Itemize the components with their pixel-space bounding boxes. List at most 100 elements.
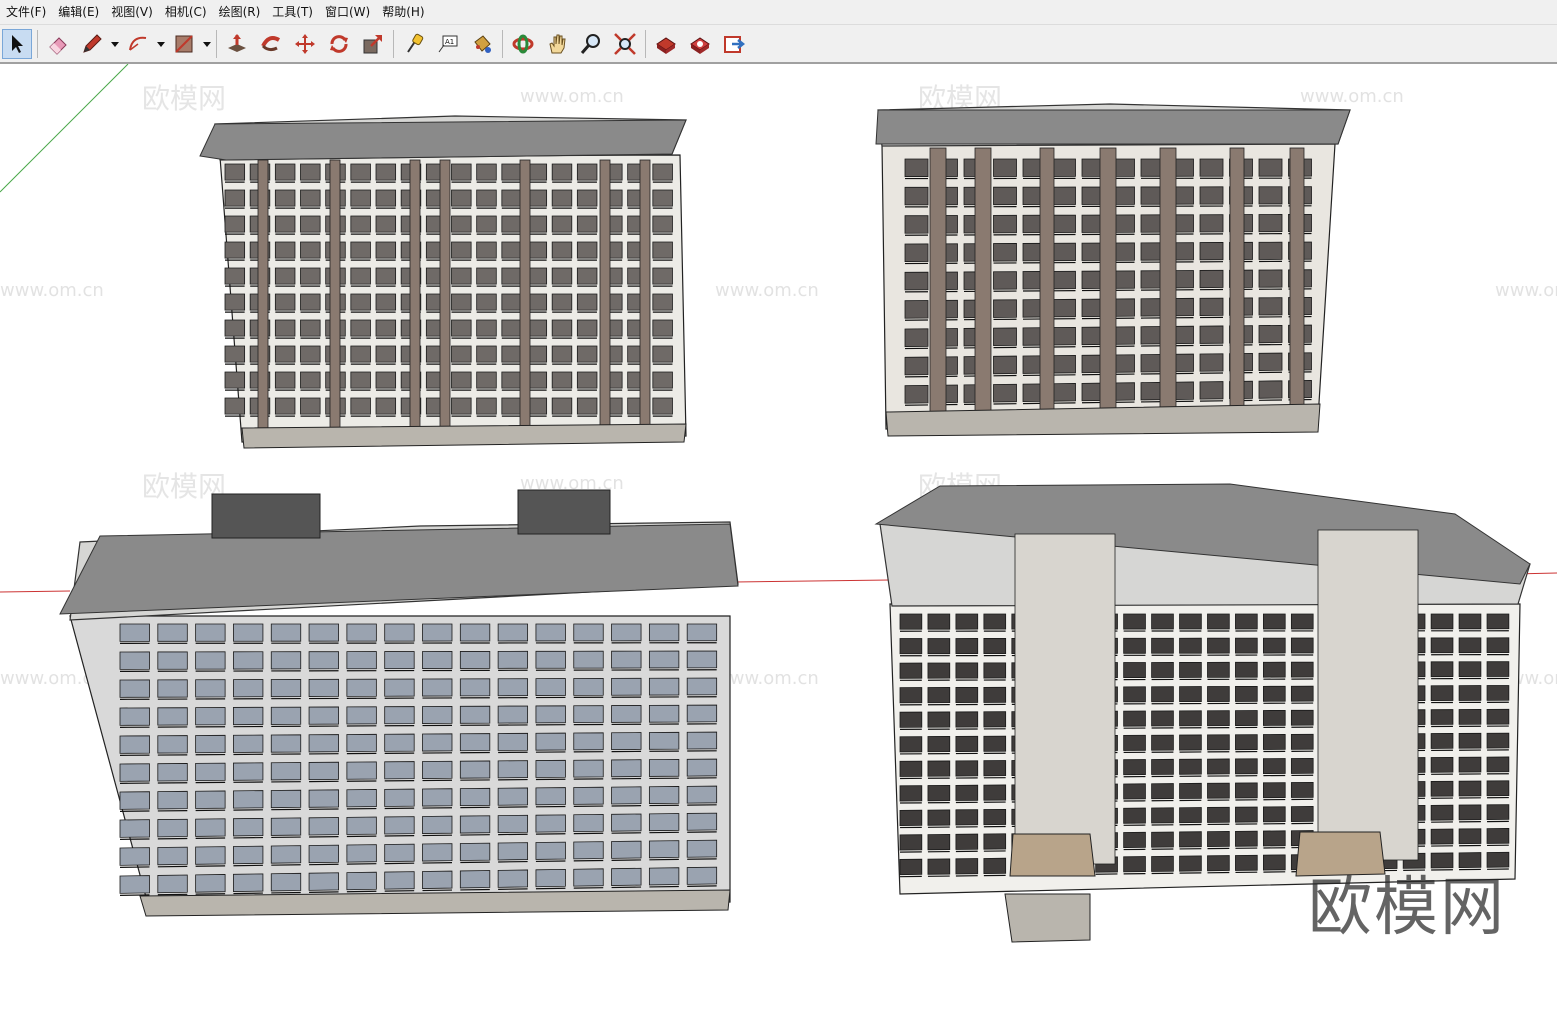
window bbox=[195, 623, 226, 642]
window bbox=[1179, 710, 1202, 727]
window bbox=[346, 623, 377, 642]
menu-file[interactable]: 文件(F) bbox=[0, 0, 52, 24]
window bbox=[274, 319, 296, 337]
window bbox=[1123, 759, 1146, 776]
window bbox=[1263, 758, 1286, 775]
window bbox=[1052, 326, 1076, 346]
scale-tool-button[interactable] bbox=[358, 29, 388, 59]
window bbox=[497, 814, 529, 834]
window bbox=[300, 319, 321, 337]
window bbox=[1199, 381, 1224, 400]
window bbox=[422, 815, 453, 834]
window bbox=[983, 613, 1007, 630]
pencil-dropdown[interactable] bbox=[109, 29, 121, 59]
window bbox=[1258, 158, 1283, 177]
window bbox=[993, 355, 1017, 375]
window bbox=[1179, 686, 1202, 703]
model-viewport[interactable]: www.om.cn www.om.cn www.om.cn www.om.cn www.… bbox=[0, 64, 1557, 1014]
menu-tools[interactable]: 工具(T) bbox=[266, 0, 319, 24]
menu-edit[interactable]: 编辑(E) bbox=[52, 0, 105, 24]
window bbox=[1430, 828, 1454, 845]
window bbox=[308, 651, 339, 670]
window bbox=[686, 650, 718, 669]
pilaster bbox=[1229, 147, 1245, 419]
pencil-tool-button[interactable] bbox=[77, 29, 107, 59]
window bbox=[551, 241, 573, 259]
window bbox=[535, 705, 566, 724]
window bbox=[501, 189, 522, 207]
window bbox=[686, 812, 718, 831]
window bbox=[1263, 806, 1286, 823]
window bbox=[1179, 831, 1202, 848]
menu-help[interactable]: 帮助(H) bbox=[376, 0, 430, 24]
window bbox=[233, 651, 264, 670]
window bbox=[1235, 637, 1258, 654]
layout-send-button[interactable] bbox=[719, 29, 749, 59]
window bbox=[1151, 807, 1174, 824]
pilaster bbox=[1099, 147, 1117, 419]
window bbox=[1258, 352, 1283, 371]
window bbox=[1263, 854, 1286, 871]
window bbox=[375, 345, 397, 363]
window bbox=[346, 651, 377, 670]
menu-draw[interactable]: 绘图(R) bbox=[213, 0, 267, 24]
zoom-icon bbox=[580, 34, 600, 54]
rectangle-tool-button[interactable] bbox=[169, 29, 199, 59]
window bbox=[497, 869, 529, 888]
rotate-tool-button[interactable] bbox=[324, 29, 354, 59]
zoom-extents-tool-button[interactable] bbox=[610, 29, 640, 59]
select-tool-button[interactable] bbox=[2, 29, 32, 59]
window bbox=[535, 678, 566, 696]
window bbox=[1151, 613, 1174, 630]
window bbox=[1199, 214, 1224, 233]
zoom-tool-button[interactable] bbox=[576, 29, 606, 59]
menu-view[interactable]: 视图(V) bbox=[105, 0, 159, 24]
window bbox=[1258, 186, 1283, 205]
window bbox=[535, 759, 566, 778]
window bbox=[233, 706, 264, 726]
rectangle-dropdown[interactable] bbox=[201, 29, 213, 59]
window bbox=[459, 842, 491, 861]
window bbox=[422, 651, 453, 669]
window bbox=[451, 241, 472, 259]
orbit-tool-button[interactable] bbox=[508, 29, 538, 59]
window bbox=[274, 267, 296, 285]
extension-warehouse-button[interactable] bbox=[685, 29, 715, 59]
window bbox=[308, 678, 339, 697]
window bbox=[459, 678, 491, 697]
eraser-tool-button[interactable] bbox=[43, 29, 73, 59]
window bbox=[119, 651, 150, 670]
push-pull-icon bbox=[228, 34, 246, 52]
arc-tool-button[interactable] bbox=[123, 29, 153, 59]
arc-dropdown[interactable] bbox=[155, 29, 167, 59]
window bbox=[451, 293, 472, 311]
move-tool-button[interactable] bbox=[290, 29, 320, 59]
window bbox=[904, 215, 929, 234]
menu-camera[interactable]: 相机(C) bbox=[159, 0, 213, 24]
window bbox=[346, 789, 377, 808]
window bbox=[573, 841, 604, 860]
window bbox=[300, 241, 321, 259]
window bbox=[904, 356, 929, 376]
window bbox=[224, 267, 246, 285]
follow-me-tool-button[interactable] bbox=[256, 29, 286, 59]
paint-bucket-tool-button[interactable] bbox=[467, 29, 497, 59]
window bbox=[955, 686, 979, 704]
window bbox=[904, 186, 929, 206]
tape-measure-tool-button[interactable] bbox=[399, 29, 429, 59]
window bbox=[1151, 710, 1174, 727]
window bbox=[270, 872, 302, 892]
menu-window[interactable]: 窗口(W) bbox=[319, 0, 376, 24]
window bbox=[300, 371, 321, 389]
text-tool-button[interactable]: A1 bbox=[433, 29, 463, 59]
window bbox=[1179, 855, 1202, 872]
window bbox=[652, 319, 673, 337]
window bbox=[270, 734, 302, 753]
window bbox=[1052, 158, 1076, 177]
pan-tool-button[interactable] bbox=[542, 29, 572, 59]
push-pull-tool-button[interactable] bbox=[222, 29, 252, 59]
warehouse-button[interactable] bbox=[651, 29, 681, 59]
window bbox=[904, 271, 929, 291]
window bbox=[648, 650, 680, 669]
window bbox=[1123, 831, 1146, 848]
